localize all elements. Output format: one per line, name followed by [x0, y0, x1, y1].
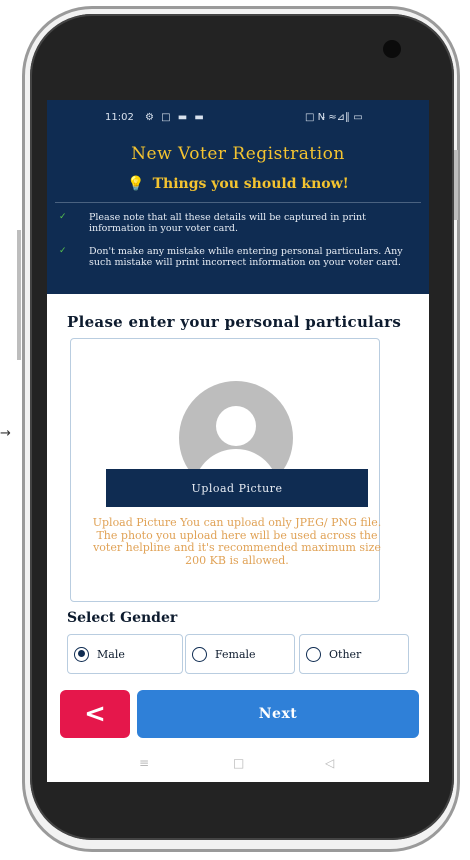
page-title: New Voter Registration: [131, 144, 345, 164]
gender-option-other[interactable]: Other: [299, 634, 409, 674]
app-screen: 11:02 ⚙ □ ▬ ▬ □ N̵ ≈⊿∥ ▭ New Voter Regis…: [47, 100, 429, 782]
radio-unchecked-icon[interactable]: [306, 646, 321, 662]
gender-option-label: Female: [215, 647, 256, 661]
recent-apps-icon[interactable]: ≡: [139, 756, 149, 770]
gender-option-male[interactable]: Male: [67, 634, 183, 674]
gender-option-female[interactable]: Female: [185, 634, 295, 674]
nav-back-icon[interactable]: ◁: [325, 756, 334, 770]
section-title: Please enter your personal particulars: [67, 313, 402, 331]
volume-button: [17, 230, 21, 360]
status-notification-icons: ⚙ □ ▬ ▬: [145, 112, 206, 123]
pointer-arrow-icon: →: [0, 426, 11, 441]
hint-heading: 💡 Things you should know!: [47, 176, 429, 192]
upload-picture-button[interactable]: Upload Picture: [106, 469, 368, 507]
info-bullet-text: Don't make any mistake while entering pe…: [89, 246, 403, 268]
info-bullet-text: Please note that all these details will …: [89, 212, 366, 234]
info-bullet: ✓ Don't make any mistake while entering …: [59, 246, 423, 268]
radio-unchecked-icon[interactable]: [192, 646, 207, 662]
photo-upload-card: Upload Picture Upload Picture You can up…: [70, 338, 381, 602]
power-button: [454, 150, 458, 220]
hint-title: Things you should know!: [152, 176, 349, 192]
radio-checked-icon[interactable]: [74, 646, 89, 662]
gender-option-label: Other: [329, 647, 362, 661]
back-button[interactable]: <: [60, 690, 130, 738]
gender-option-label: Male: [97, 647, 125, 661]
check-icon: ✓: [59, 212, 67, 222]
check-icon: ✓: [59, 246, 67, 256]
lightbulb-icon: 💡: [127, 176, 145, 192]
divider: [55, 202, 421, 203]
status-bar: 11:02 ⚙ □ ▬ ▬ □ N̵ ≈⊿∥ ▭: [47, 100, 429, 136]
gender-label: Select Gender: [67, 610, 178, 626]
next-button[interactable]: Next: [137, 690, 419, 738]
home-icon[interactable]: □: [233, 756, 244, 770]
upload-note: Upload Picture You can upload only JPEG/…: [92, 516, 382, 567]
info-bullet: ✓ Please note that all these details wil…: [59, 212, 423, 234]
system-nav-bar: ≡ □ ◁: [47, 746, 429, 782]
info-panel: New Voter Registration 💡 Things you shoul…: [47, 136, 429, 294]
front-camera: [383, 40, 401, 58]
status-time: 11:02: [105, 112, 134, 123]
status-system-icons: □ N̵ ≈⊿∥ ▭: [305, 112, 363, 123]
